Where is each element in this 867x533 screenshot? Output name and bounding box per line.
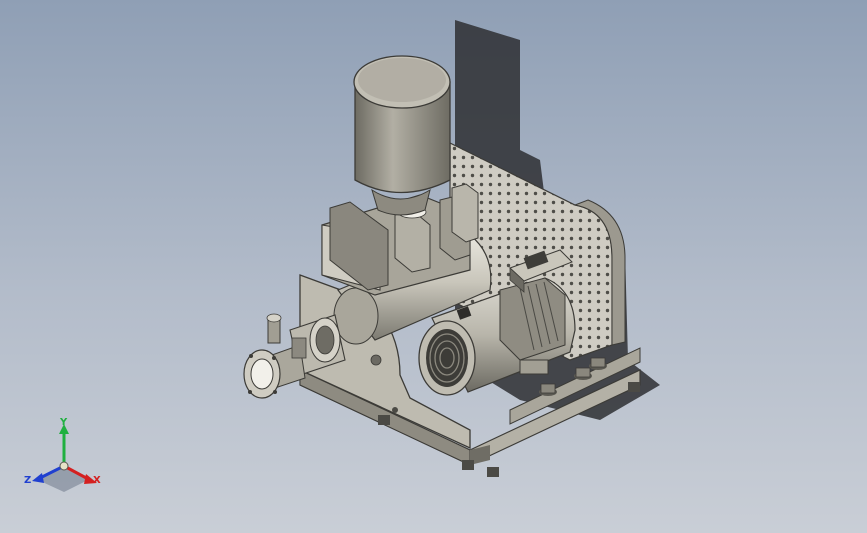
- triad-arrows: [32, 424, 97, 492]
- y-axis-label: Y: [60, 417, 68, 428]
- blower-assembly-model[interactable]: [0, 0, 867, 533]
- coordinate-triad[interactable]: Y X Z: [22, 418, 112, 498]
- cad-viewport[interactable]: Y X Z: [0, 0, 867, 533]
- z-axis-label: Z: [24, 475, 32, 486]
- x-axis-label: X: [93, 475, 101, 486]
- inlet-filter-silo[interactable]: [353, 55, 451, 216]
